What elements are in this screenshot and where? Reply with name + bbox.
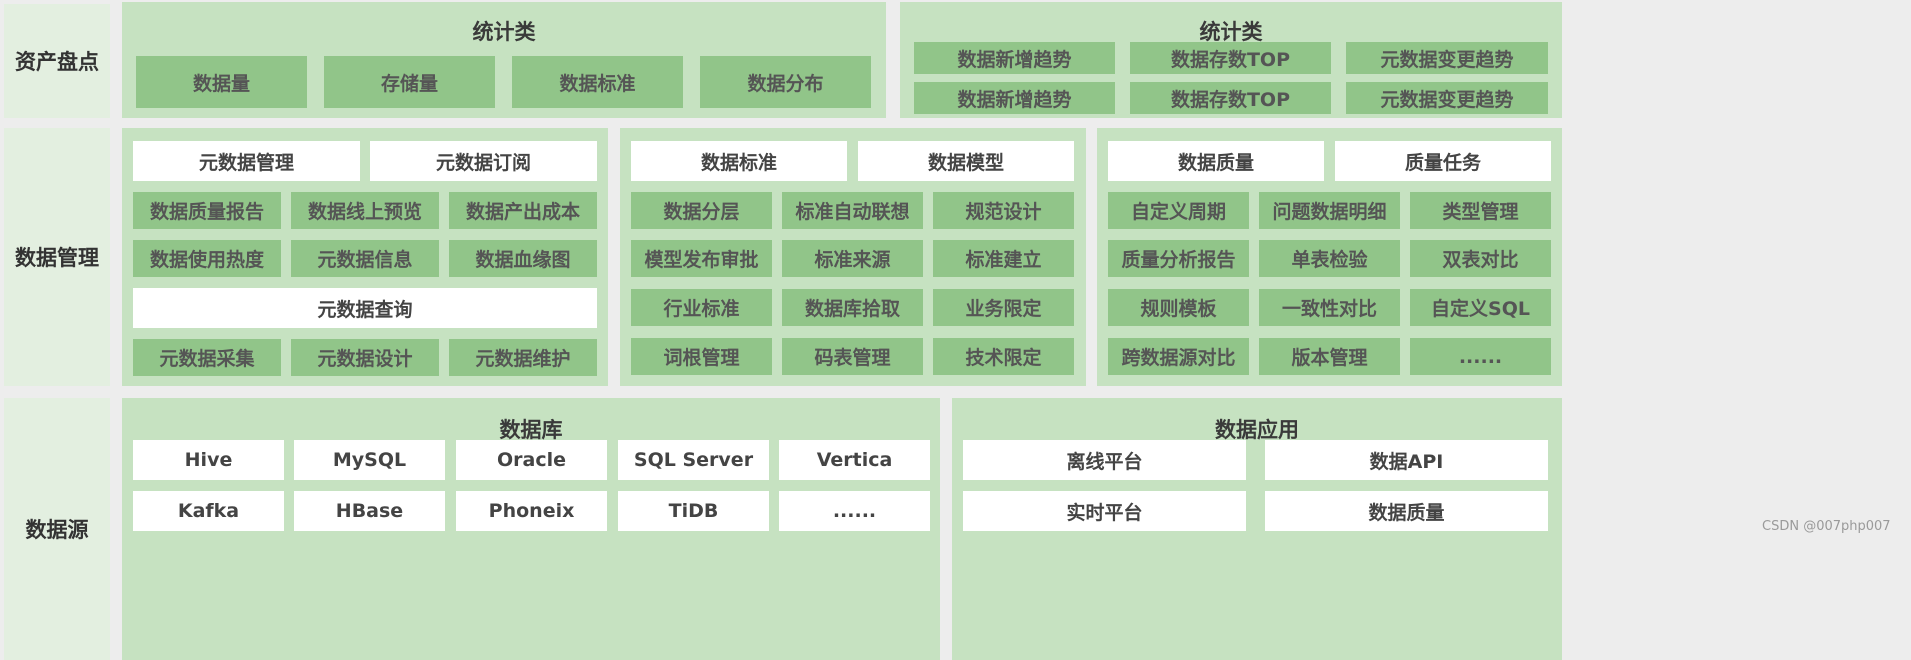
quality-feature: 问题数据明细 [1259,192,1400,229]
application-item: 离线平台 [963,440,1246,480]
trend-box: 数据新增趋势 [914,82,1115,114]
metadata-feature: 数据血缘图 [449,240,597,277]
quality-feature: 版本管理 [1259,338,1400,375]
metadata-subscription-header: 元数据订阅 [370,141,597,181]
standard-feature: 技术限定 [933,338,1074,375]
asset-left-title: 统计类 [472,20,536,44]
standard-feature: 规范设计 [933,192,1074,229]
database-item: Vertica [779,440,930,480]
metadata-management-header: 元数据管理 [133,141,360,181]
metadata-feature: 元数据维护 [449,339,597,376]
application-item: 实时平台 [963,491,1246,531]
quality-feature: 一致性对比 [1259,289,1400,326]
application-item: 数据质量 [1265,491,1548,531]
data-quality-header: 数据质量 [1108,141,1324,181]
standard-feature: 码表管理 [782,338,923,375]
row-label-management: 数据管理 [4,128,110,386]
quality-feature: 类型管理 [1410,192,1551,229]
watermark: CSDN @007php007 [1762,519,1891,534]
metadata-feature: 数据线上预览 [291,192,439,229]
database-item: TiDB [618,491,769,531]
metadata-query-bar: 元数据查询 [133,288,597,328]
trend-box: 数据存数TOP [1130,82,1331,114]
trend-box: 元数据变更趋势 [1346,42,1548,74]
metadata-feature: 数据使用热度 [133,240,281,277]
data-application-panel: 数据应用 离线平台 数据API 实时平台 数据质量 [952,398,1562,660]
data-standard-header: 数据标准 [631,141,847,181]
database-item: Hive [133,440,284,480]
standard-feature: 词根管理 [631,338,772,375]
standard-feature: 数据库拾取 [782,289,923,326]
metadata-feature: 数据质量报告 [133,192,281,229]
asset-stats-panel-left: 统计类 数据量 存储量 数据标准 数据分布 [122,2,886,118]
metadata-feature: 数据产出成本 [449,192,597,229]
standard-feature: 模型发布审批 [631,240,772,277]
asset-stats-panel-right: 统计类 数据新增趋势 数据存数TOP 元数据变更趋势 数据新增趋势 数据存数TO… [900,2,1562,118]
row-label-source: 数据源 [4,398,110,660]
database-item: Phoneix [456,491,607,531]
trend-box: 元数据变更趋势 [1346,82,1548,114]
database-item: HBase [294,491,445,531]
database-item: MySQL [294,440,445,480]
row-label-asset: 资产盘点 [4,4,110,118]
quality-feature: 双表对比 [1410,240,1551,277]
quality-feature: 单表检验 [1259,240,1400,277]
metadata-panel: 元数据管理 元数据订阅 数据质量报告 数据线上预览 数据产出成本 数据使用热度 … [122,128,608,386]
quality-feature: 规则模板 [1108,289,1249,326]
metadata-feature: 元数据设计 [291,339,439,376]
data-model-header: 数据模型 [858,141,1074,181]
database-item: Oracle [456,440,607,480]
quality-feature: 跨数据源对比 [1108,338,1249,375]
standard-feature: 业务限定 [933,289,1074,326]
standard-feature: 数据分层 [631,192,772,229]
quality-panel: 数据质量 质量任务 自定义周期 问题数据明细 类型管理 质量分析报告 单表检验 … [1097,128,1562,386]
quality-feature: 自定义SQL [1410,289,1551,326]
standard-feature: 标准来源 [782,240,923,277]
quality-feature: ...... [1410,338,1551,375]
stat-box: 数据量 [136,56,307,108]
quality-feature: 自定义周期 [1108,192,1249,229]
database-item: Kafka [133,491,284,531]
trend-box: 数据新增趋势 [914,42,1115,74]
standards-panel: 数据标准 数据模型 数据分层 标准自动联想 规范设计 模型发布审批 标准来源 标… [620,128,1086,386]
database-item: SQL Server [618,440,769,480]
metadata-feature: 元数据信息 [291,240,439,277]
standard-feature: 行业标准 [631,289,772,326]
quality-task-header: 质量任务 [1335,141,1551,181]
application-item: 数据API [1265,440,1548,480]
standard-feature: 标准自动联想 [782,192,923,229]
trend-box: 数据存数TOP [1130,42,1331,74]
standard-feature: 标准建立 [933,240,1074,277]
stat-box: 数据标准 [512,56,683,108]
stat-box: 存储量 [324,56,495,108]
metadata-feature: 元数据采集 [133,339,281,376]
database-item: ...... [779,491,930,531]
quality-feature: 质量分析报告 [1108,240,1249,277]
database-panel: 数据库 Hive MySQL Oracle SQL Server Vertica… [122,398,940,660]
stat-box: 数据分布 [700,56,871,108]
